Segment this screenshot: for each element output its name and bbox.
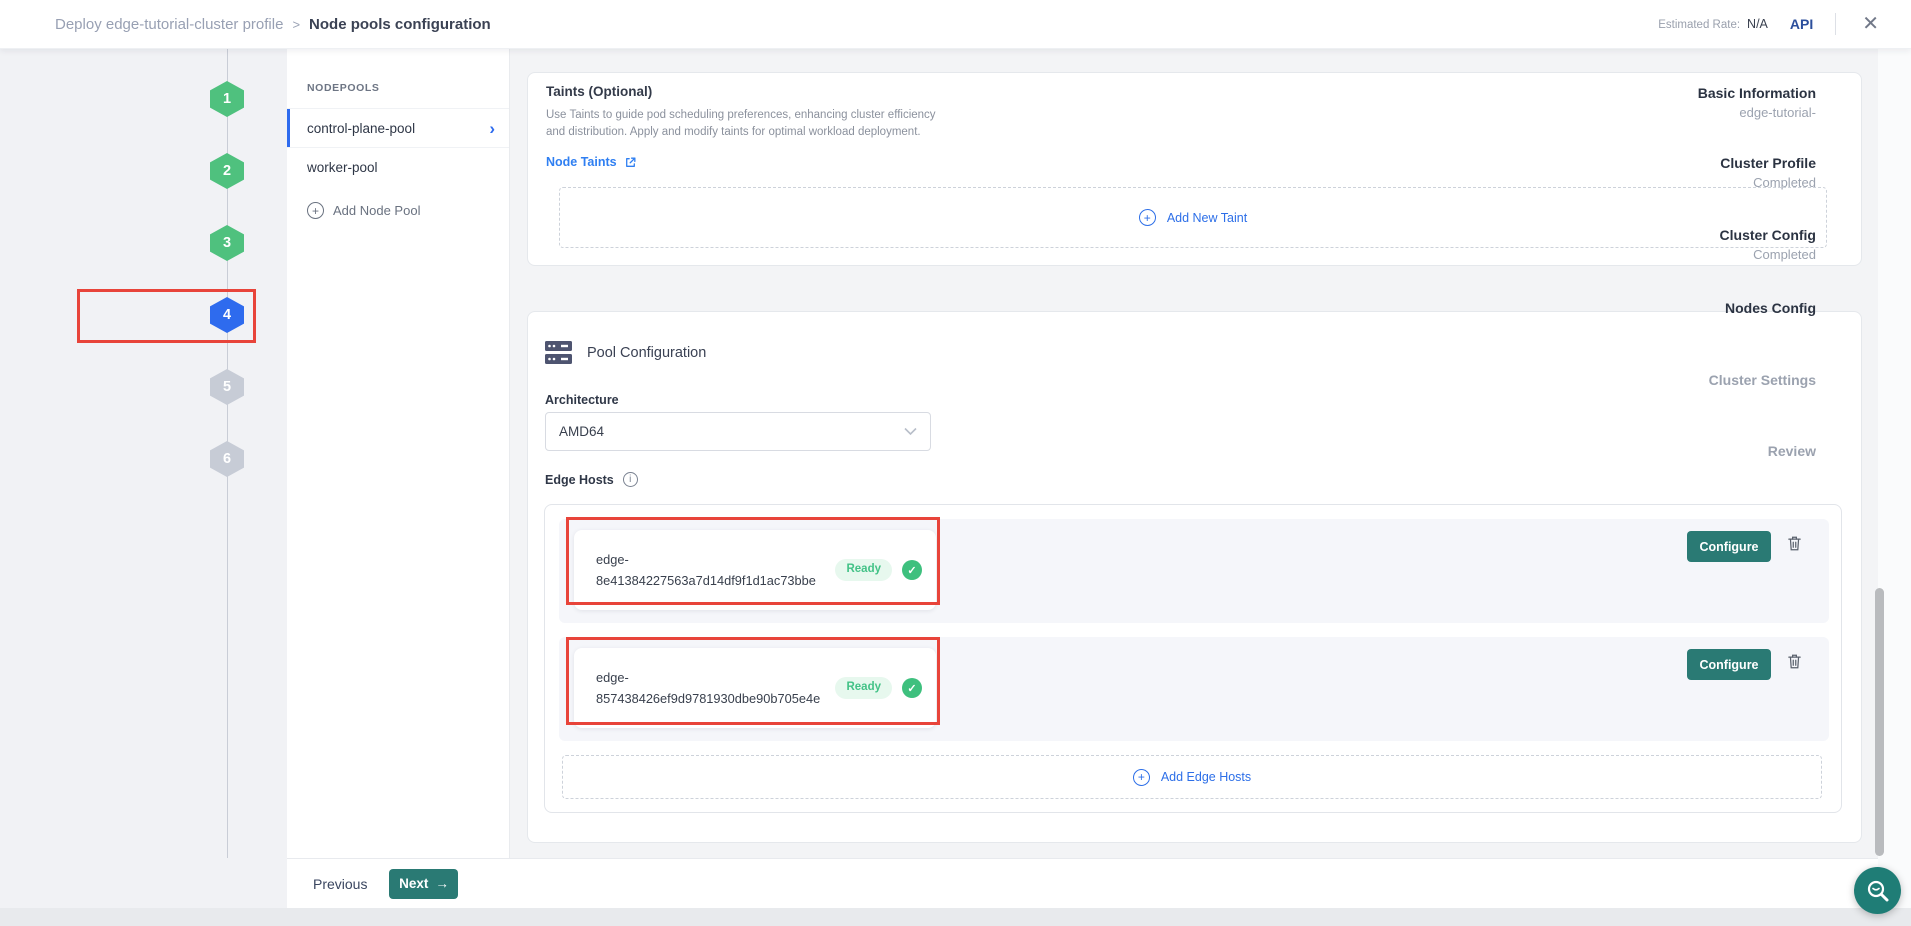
configure-button[interactable]: Configure: [1687, 531, 1771, 562]
breadcrumb: Deploy edge-tutorial-cluster profile > N…: [55, 16, 491, 33]
next-button[interactable]: Next →: [389, 869, 458, 899]
taints-section-title: Taints (Optional): [546, 84, 652, 99]
breadcrumb-separator-icon: >: [292, 17, 300, 32]
step-review[interactable]: Review: [1636, 442, 1816, 461]
server-rack-icon: [545, 341, 572, 364]
page-bottom-strip: [0, 908, 1911, 926]
page-title: Node pools configuration: [309, 16, 491, 33]
add-edge-hosts-button[interactable]: + Add Edge Hosts: [562, 755, 1822, 799]
edge-hosts-container: edge- 8e41384227563a7d14df9f1d1ac73bbe R…: [544, 504, 1842, 813]
breadcrumb-profile: Deploy edge-tutorial-cluster profile: [55, 16, 283, 33]
taints-description: Use Taints to guide pod scheduling prefe…: [546, 107, 944, 140]
chevron-right-icon: ›: [489, 120, 495, 137]
estimated-rate-label: Estimated Rate:: [1658, 19, 1740, 31]
edge-host-row: edge- 8e41384227563a7d14df9f1d1ac73bbe R…: [559, 519, 1829, 623]
header-divider: [1835, 13, 1836, 35]
step-cluster-settings[interactable]: Cluster Settings: [1636, 371, 1816, 390]
edge-host-card[interactable]: edge- 857438426ef9d9781930dbe90b705e4e R…: [574, 648, 936, 728]
pool-item-control-plane-pool[interactable]: control-plane-pool ›: [287, 108, 509, 147]
edge-host-name: edge- 857438426ef9d9781930dbe90b705e4e: [596, 667, 825, 709]
step-basic-information[interactable]: Basic Information edge-tutorial-: [1636, 84, 1816, 122]
wizard-header: Deploy edge-tutorial-cluster profile > N…: [0, 0, 1911, 49]
trash-icon[interactable]: [1787, 535, 1802, 552]
trash-icon[interactable]: [1787, 653, 1802, 670]
node-taints-link[interactable]: Node Taints: [546, 155, 637, 169]
step-cluster-profile[interactable]: Cluster Profile Completed: [1636, 154, 1816, 192]
nodepools-heading: NODEPOOLS: [307, 82, 509, 94]
pool-name: worker-pool: [307, 160, 378, 175]
step-title: Cluster Profile: [1636, 154, 1816, 173]
help-widget-button[interactable]: [1854, 867, 1901, 914]
api-link[interactable]: API: [1790, 16, 1813, 32]
nodepools-panel: NODEPOOLS control-plane-pool › worker-po…: [287, 49, 510, 858]
step-title: Cluster Config: [1636, 226, 1816, 245]
edge-host-card[interactable]: edge- 8e41384227563a7d14df9f1d1ac73bbe R…: [574, 530, 936, 610]
step-title: Cluster Settings: [1636, 371, 1816, 390]
scrollbar-thumb[interactable]: [1875, 588, 1884, 856]
add-new-taint-label: Add New Taint: [1167, 211, 1247, 225]
architecture-select[interactable]: AMD64: [545, 412, 931, 451]
step-title: Nodes Config: [1636, 299, 1816, 318]
chevron-down-icon: [904, 427, 917, 436]
magnifier-smile-icon: [1865, 878, 1891, 904]
close-icon[interactable]: ✕: [1858, 12, 1883, 36]
step-nodes-config[interactable]: Nodes Config: [1636, 299, 1816, 318]
check-circle-icon: ✓: [902, 678, 922, 698]
edge-host-name: edge- 8e41384227563a7d14df9f1d1ac73bbe: [596, 549, 825, 591]
estimated-rate: Estimated Rate: N/A: [1658, 17, 1768, 31]
wizard-footer: Previous Next →: [287, 858, 1878, 908]
step-subtitle: edge-tutorial-: [1636, 103, 1816, 122]
add-edge-hosts-label: Add Edge Hosts: [1161, 770, 1251, 784]
plus-circle-icon: +: [1133, 769, 1150, 786]
previous-button[interactable]: Previous: [313, 876, 367, 892]
external-link-icon: [624, 156, 637, 169]
status-badge: Ready: [835, 559, 892, 581]
step-subtitle: Completed: [1636, 245, 1816, 264]
configure-button[interactable]: Configure: [1687, 649, 1771, 680]
estimated-rate-value: N/A: [1747, 17, 1768, 31]
add-node-pool-button[interactable]: + Add Node Pool: [307, 202, 509, 219]
plus-circle-icon: +: [307, 202, 324, 219]
check-circle-icon: ✓: [902, 560, 922, 580]
info-icon[interactable]: i: [623, 472, 638, 487]
status-badge: Ready: [835, 677, 892, 699]
pool-name: control-plane-pool: [307, 121, 415, 136]
step-subtitle: Completed: [1636, 173, 1816, 192]
add-node-pool-label: Add Node Pool: [333, 203, 420, 218]
pool-configuration-title: Pool Configuration: [587, 345, 706, 361]
step-title: Basic Information: [1636, 84, 1816, 103]
plus-circle-icon: +: [1139, 209, 1156, 226]
pool-item-worker-pool[interactable]: worker-pool: [287, 147, 509, 186]
next-button-label: Next: [399, 876, 428, 891]
edge-host-row: edge- 857438426ef9d9781930dbe90b705e4e R…: [559, 637, 1829, 741]
arrow-right-icon: →: [435, 876, 449, 891]
step-cluster-config[interactable]: Cluster Config Completed: [1636, 226, 1816, 264]
architecture-value: AMD64: [559, 424, 604, 439]
step-title: Review: [1636, 442, 1816, 461]
edge-hosts-label: Edge Hosts: [545, 473, 614, 487]
pool-configuration-card: Pool Configuration Architecture AMD64 Ed…: [527, 311, 1862, 843]
node-taints-link-label: Node Taints: [546, 155, 617, 169]
architecture-label: Architecture: [545, 393, 619, 407]
